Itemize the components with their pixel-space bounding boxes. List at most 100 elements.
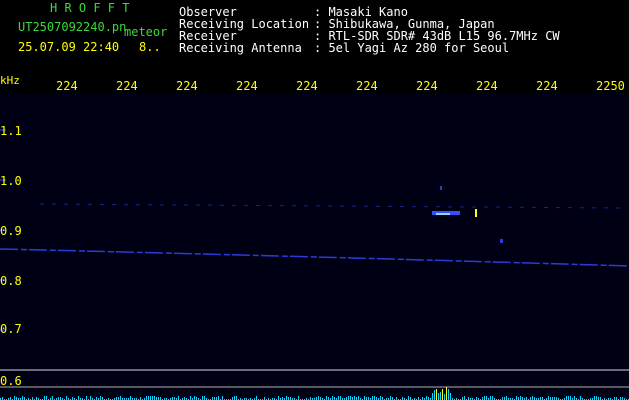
y-tick-1-0: 1.0 <box>0 174 22 188</box>
filename-label: UT2507092240.pn <box>18 20 127 34</box>
spectrum-bar <box>464 396 465 400</box>
datetime-label: 25.07.09 22:40 <box>18 40 120 54</box>
spectrum-bar <box>146 396 147 400</box>
spectrogram-display <box>0 94 629 400</box>
spectrum-bar <box>520 396 521 400</box>
spectrum-bar <box>318 396 319 400</box>
spectrum-bar <box>448 389 449 400</box>
x-tick-2243: 2243 <box>176 80 198 92</box>
meteor-echo <box>432 186 503 243</box>
spectrum-bar <box>298 396 299 400</box>
x-tick-2242: 2242 <box>116 80 138 92</box>
spectrum-bar <box>338 396 339 400</box>
spectrum-bar <box>440 392 441 400</box>
x-tick-2245: 2245 <box>296 80 318 92</box>
spectrum-bar <box>348 396 349 400</box>
spectrum-bars <box>0 387 629 400</box>
antenna-value: : 5el Yagi Az 280 for Seoul <box>314 41 510 55</box>
spectrum-bar <box>120 396 121 400</box>
spectrum-bar <box>374 396 375 400</box>
spectrum-bar <box>432 393 433 400</box>
spectrum-bar <box>14 396 15 400</box>
spectrum-bar <box>340 396 341 400</box>
antenna-label: Receiving Antenna <box>179 41 302 55</box>
spectrum-bar <box>380 396 381 400</box>
spectrum-bar <box>438 393 439 400</box>
spectrum-bar <box>570 396 571 400</box>
spectrum-bar <box>516 396 517 400</box>
carrier-trace <box>0 248 629 267</box>
spectrum-bar <box>66 396 67 400</box>
spectrum-bar <box>532 396 533 400</box>
spectrum-bar <box>326 396 327 400</box>
spectrum-bar <box>568 396 569 400</box>
spectrum-bar <box>492 396 493 400</box>
spectrum-bar <box>450 393 451 400</box>
spectrum-bar <box>204 396 205 400</box>
spectrum-bar <box>44 396 45 400</box>
spectrum-bar <box>332 396 333 400</box>
spectrum-bar <box>46 396 47 400</box>
spectrum-bar <box>444 394 445 400</box>
y-tick-1-1: 1.1 <box>0 124 22 138</box>
spectrum-bar <box>390 396 391 400</box>
faint-trace <box>39 203 621 209</box>
y-tick-0-9: 0.9 <box>0 224 22 238</box>
axis-unit-label: kHz <box>0 74 20 87</box>
spectrum-bar <box>354 396 355 400</box>
spectrum-bar <box>580 396 581 400</box>
spectrum-bar <box>286 396 287 400</box>
spectrum-bar <box>506 396 507 400</box>
spectrum-bar <box>446 387 447 400</box>
spectrum-bar <box>350 396 351 400</box>
mode-label: meteor <box>124 25 168 39</box>
spectrum-bar <box>130 396 131 400</box>
y-tick-0-7: 0.7 <box>0 322 22 336</box>
spectrum-bar <box>234 396 235 400</box>
spectrum-bar <box>434 390 435 400</box>
spectrum-bar <box>52 396 53 400</box>
spectrum-bar <box>574 396 575 400</box>
spectrum-bar <box>442 389 443 400</box>
spectrum-bar <box>408 396 409 400</box>
spectrum-bar <box>202 396 203 400</box>
x-tick-2241: 2241 <box>56 80 78 92</box>
spectrum-bar <box>364 396 365 400</box>
y-tick-0-6: 0.6 <box>0 374 22 388</box>
x-tick-2244: 2244 <box>236 80 258 92</box>
spectrum-bar <box>222 396 223 400</box>
spectrum-bar <box>86 396 87 400</box>
spectrum-bar <box>278 396 279 400</box>
spectrum-bar <box>154 396 155 400</box>
spectrum-bar <box>190 396 191 400</box>
spectrum-bar <box>436 389 437 400</box>
spectrum-bar <box>548 396 549 400</box>
spectrum-bar <box>78 396 79 400</box>
app-title: H R O F F T <box>50 1 130 15</box>
x-tick-2246: 2246 <box>356 80 378 92</box>
x-tick-2247: 2247 <box>416 80 438 92</box>
spectrum-bar <box>148 396 149 400</box>
spectrum-bar <box>426 396 427 400</box>
x-tick-2248: 2248 <box>476 80 498 92</box>
spectrum-bar <box>484 396 485 400</box>
spectrum-bar <box>22 396 23 400</box>
spectrum-bar <box>100 396 101 400</box>
spectrum-bar <box>150 396 151 400</box>
spectrum-bar <box>358 396 359 400</box>
spectrum-bar <box>236 396 237 400</box>
spectrum-bar <box>596 396 597 400</box>
spectrum-bar <box>152 396 153 400</box>
spectrum-bar <box>90 396 91 400</box>
spectrum-bar <box>372 396 373 400</box>
count-label: 8.. <box>139 40 161 54</box>
spectrum-bar <box>178 396 179 400</box>
spectrum-bar <box>594 396 595 400</box>
x-tick-2250: 2250 <box>596 80 625 92</box>
spectrum-bar <box>218 396 219 400</box>
spectrum-bar <box>194 396 195 400</box>
spectrum-bar <box>490 396 491 400</box>
spectrum-bar <box>256 396 257 400</box>
x-tick-2249: 2249 <box>536 80 558 92</box>
spectrum-bar <box>566 396 567 400</box>
